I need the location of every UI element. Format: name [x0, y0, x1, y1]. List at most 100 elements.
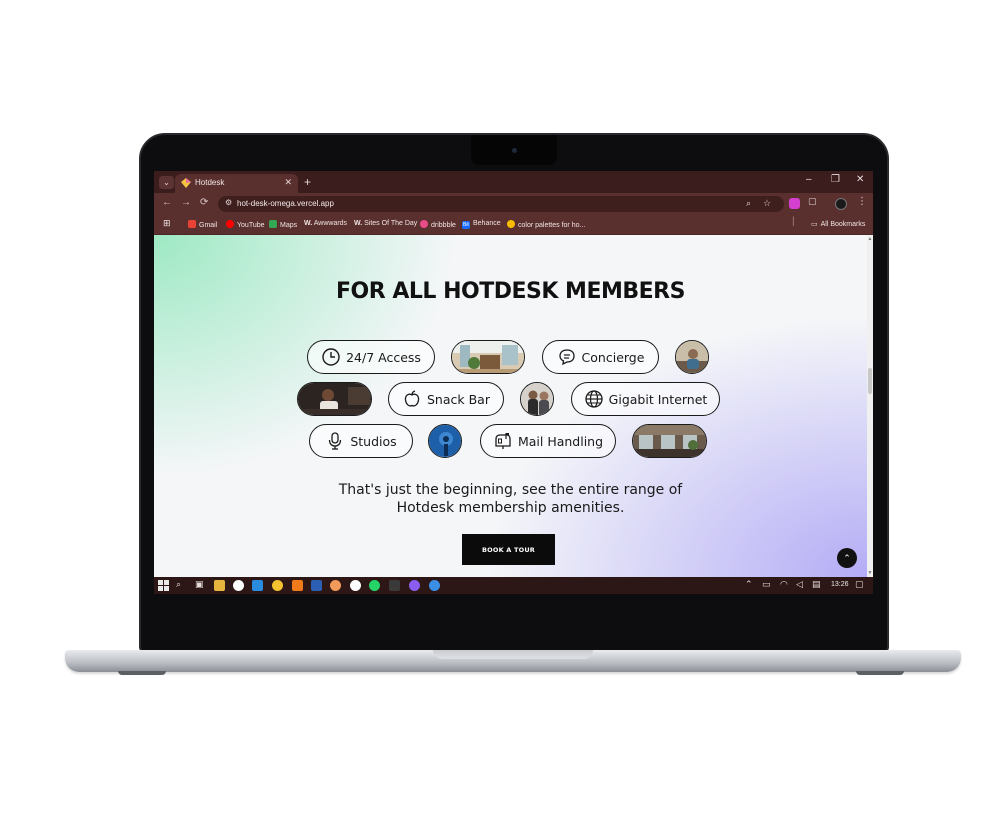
minimize-button[interactable]: –: [806, 174, 812, 185]
restore-button[interactable]: ❐: [831, 174, 840, 185]
apps-grid-icon[interactable]: ⊞: [163, 218, 171, 229]
subtitle-line-2: Hotdesk membership amenities.: [396, 500, 625, 516]
amenity-studios[interactable]: Studios: [309, 424, 413, 458]
keyboard-icon[interactable]: ▤: [812, 579, 821, 590]
zoom-icon[interactable]: ⌕: [746, 198, 751, 209]
app-icon-purple[interactable]: [409, 580, 420, 591]
close-window-button[interactable]: ✕: [856, 174, 864, 185]
bookmark-sites-of-the-day[interactable]: W. Sites Of The Day: [354, 220, 417, 227]
laptop-foot-left: [118, 671, 166, 675]
word-icon[interactable]: [311, 580, 322, 591]
amenity-24-7-access[interactable]: 24/7 Access: [307, 340, 435, 374]
amenity-gigabit-internet[interactable]: Gigabit Internet: [571, 382, 720, 416]
app-icon-orange[interactable]: [330, 580, 341, 591]
bookmarks-divider: |: [792, 216, 795, 227]
bookmarks-bar: ⊞ Gmail YouTube Maps W. Awwwards W. Site…: [154, 215, 873, 235]
camera-icon: [512, 148, 517, 153]
task-view-icon[interactable]: ▣: [195, 579, 204, 590]
amenity-photo-team: [520, 382, 554, 416]
tab-hotdesk[interactable]: Hotdesk ✕: [175, 174, 298, 193]
amenity-photo-office: [451, 340, 525, 374]
page-scrollbar[interactable]: ▲ ▼: [867, 235, 873, 577]
chrome-icon[interactable]: [272, 580, 283, 591]
hotdesk-favicon-icon: [181, 178, 191, 188]
studio-photo: [429, 425, 461, 457]
address-url[interactable]: hot-desk-omega.vercel.app: [237, 199, 334, 208]
bookmark-maps[interactable]: Maps: [269, 220, 297, 229]
whatsapp-icon[interactable]: [369, 580, 380, 591]
screen: ⌄ Hotdesk ✕ + – ❐ ✕ ← → ⟳ ⚙ hot-desk-ome…: [154, 171, 873, 594]
bookmark-dribbble[interactable]: dribbble: [420, 220, 456, 229]
awwwards-icon: W.: [304, 220, 313, 227]
wifi-icon[interactable]: ◠: [780, 579, 788, 590]
bookmark-behance[interactable]: Bē Behance: [462, 220, 501, 229]
book-a-tour-button[interactable]: BOOK A TOUR: [462, 534, 555, 565]
bookmark-youtube[interactable]: YouTube: [226, 220, 265, 229]
battery-icon[interactable]: ▭: [762, 579, 771, 590]
bookmark-gmail[interactable]: Gmail: [188, 220, 217, 229]
amenity-concierge[interactable]: Concierge: [542, 340, 659, 374]
apple-icon: [404, 390, 420, 407]
amenity-snack-bar[interactable]: Snack Bar: [388, 382, 504, 416]
app-icon-dark[interactable]: [389, 580, 400, 591]
new-tab-button[interactable]: +: [304, 175, 311, 189]
mailbox-icon: [495, 433, 511, 449]
forward-button[interactable]: →: [181, 197, 191, 208]
tab-title: Hotdesk: [195, 178, 225, 187]
site-info-icon[interactable]: ⚙: [225, 198, 232, 207]
taskbar-clock[interactable]: 13:26: [831, 581, 849, 588]
volume-icon[interactable]: ◁: [796, 579, 803, 590]
vscode-icon[interactable]: [252, 580, 263, 591]
tab-strip: ⌄ Hotdesk ✕ + – ❐ ✕: [154, 171, 873, 193]
laptop-foot-right: [856, 671, 904, 675]
clock-icon: [322, 348, 340, 366]
extensions-puzzle-icon[interactable]: ▢: [808, 196, 817, 207]
menu-kebab-icon[interactable]: ⋮: [857, 196, 867, 207]
tray-chevron-icon[interactable]: ⌃: [745, 579, 753, 590]
extension-icon[interactable]: [789, 198, 800, 209]
app-icon-white[interactable]: [350, 580, 361, 591]
notifications-icon[interactable]: ▢: [855, 579, 864, 590]
tab-close-icon[interactable]: ✕: [284, 177, 292, 188]
sotd-icon: W.: [354, 220, 363, 227]
back-button[interactable]: ←: [162, 197, 172, 208]
subtitle-line-1: That's just the beginning, see the entir…: [338, 482, 683, 498]
tab-search-button[interactable]: ⌄: [159, 176, 174, 189]
windows-start-icon[interactable]: [158, 580, 169, 591]
vlc-icon[interactable]: [292, 580, 303, 591]
team-photo: [521, 383, 553, 415]
google-icon: [507, 220, 515, 228]
scroll-thumb[interactable]: [868, 368, 872, 394]
youtube-icon: [226, 220, 234, 228]
bookmark-awwwards[interactable]: W. Awwwards: [304, 220, 347, 227]
bookmark-star-icon[interactable]: ☆: [763, 198, 771, 209]
scroll-down-arrow-icon[interactable]: ▼: [867, 570, 873, 576]
concierge-photo: [676, 341, 708, 373]
amenity-photo-concierge: [675, 340, 709, 374]
maps-icon: [269, 220, 277, 228]
page-headline: FOR ALL HOTDESK MEMBERS: [336, 279, 685, 304]
amenity-mail-handling[interactable]: Mail Handling: [480, 424, 616, 458]
reload-button[interactable]: ⟳: [200, 197, 208, 208]
bookmark-color-palettes[interactable]: color palettes for ho...: [507, 220, 585, 229]
lounge-photo: [633, 425, 706, 457]
base-groove: [433, 650, 593, 659]
profile-avatar[interactable]: [835, 198, 847, 210]
address-bar[interactable]: ⚙ hot-desk-omega.vercel.app ⌕ ☆: [218, 196, 784, 212]
file-explorer-icon[interactable]: [214, 580, 225, 591]
web-page: FOR ALL HOTDESK MEMBERS 24/7 Access Conc…: [154, 235, 867, 577]
scroll-up-arrow-icon[interactable]: ▲: [867, 236, 873, 242]
all-bookmarks[interactable]: ▭ All Bookmarks: [811, 220, 865, 228]
laptop-mockup: ⌄ Hotdesk ✕ + – ❐ ✕ ← → ⟳ ⚙ hot-desk-ome…: [0, 0, 1007, 828]
amenity-photo-lounge: [632, 424, 707, 458]
dribbble-icon: [420, 220, 428, 228]
globe-icon: [585, 390, 603, 408]
office-photo: [452, 341, 524, 373]
media-player-icon[interactable]: [233, 580, 244, 591]
app-icon-blue[interactable]: [429, 580, 440, 591]
search-icon[interactable]: ⌕: [176, 579, 181, 590]
gmail-icon: [188, 220, 196, 228]
page-subtitle: That's just the beginning, see the entir…: [154, 481, 867, 517]
amenity-photo-studio: [428, 424, 462, 458]
scroll-to-top-button[interactable]: ⌃: [837, 548, 857, 568]
